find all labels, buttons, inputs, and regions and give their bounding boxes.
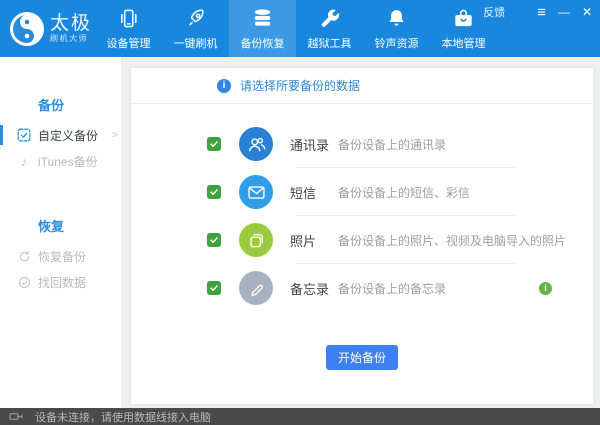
tab-backup-restore[interactable]: 备份恢复 (229, 0, 296, 57)
row-description: 备份设备上的通讯录 (338, 137, 447, 152)
row-title: 照片 (290, 233, 317, 249)
statusbar: 设备未连接，请使用数据线接入电脑 (0, 408, 600, 425)
sidebar-section-restore: 恢复 (38, 219, 65, 234)
feedback-link[interactable]: 反馈 (483, 4, 505, 20)
start-backup-button[interactable]: 开始备份 (325, 345, 398, 370)
tab-label: 备份恢复 (240, 38, 285, 50)
window-controls: 反馈 ≡ — ✕ (483, 4, 592, 20)
tab-device-management[interactable]: 设备管理 (95, 0, 162, 57)
tab-label: 本地管理 (441, 38, 486, 50)
tab-label: 越狱工具 (307, 38, 352, 50)
sidebar-item-label: 恢复备份 (38, 249, 87, 264)
sidebar-item-itunes-backup[interactable]: ♪ iTunes备份 (0, 148, 121, 174)
phone-icon (117, 5, 140, 32)
sidebar-section-backup: 备份 (38, 98, 65, 113)
chevron-right-icon: > (112, 129, 118, 141)
taiji-logo-icon (10, 11, 44, 46)
photos-checkbox[interactable] (207, 233, 221, 247)
main-area: 请选择所要备份的数据 通讯录 备份设备上的通讯录 (121, 57, 600, 408)
row-description: 备份设备上的短信、彩信 (338, 185, 471, 200)
tab-label: 铃声资源 (374, 38, 419, 50)
rocket-icon (184, 5, 207, 32)
bell-icon (385, 5, 408, 32)
app-brand: 太极 刷机大师 (0, 0, 95, 57)
row-title: 备忘录 (290, 281, 330, 297)
close-icon[interactable]: ✕ (582, 6, 592, 18)
sidebar-item-restore-backup[interactable]: 恢复备份 (0, 243, 121, 269)
tab-ringtone-resources[interactable]: 铃声资源 (363, 0, 430, 57)
row-title: 通讯录 (290, 137, 330, 153)
database-icon (251, 5, 274, 32)
app-window: 太极 刷机大师 设备管理 一键刷机 备份恢复 越狱工具 铃声资源 本地管理 反馈… (0, 0, 600, 425)
brand-subtitle: 刷机大师 (50, 34, 89, 43)
custom-backup-icon (17, 128, 31, 142)
backup-options-list: 通讯录 备份设备上的通讯录 短信 备份设备上的短信、彩信 照片 备份设备上的照片… (131, 104, 593, 312)
toolbox-icon (452, 5, 475, 32)
tab-one-click-flash[interactable]: 一键刷机 (162, 0, 229, 57)
sidebar-item-label: iTunes备份 (38, 154, 98, 169)
tab-label: 设备管理 (106, 38, 151, 50)
minimize-icon[interactable]: — (558, 6, 570, 18)
brand-name: 太极 (50, 13, 93, 34)
row-description: 备份设备上的照片、视频及电脑导入的照片 (338, 233, 567, 248)
titlebar: 太极 刷机大师 设备管理 一键刷机 备份恢复 越狱工具 铃声资源 本地管理 反馈… (0, 0, 600, 57)
row-photos[interactable]: 照片 备份设备上的照片、视频及电脑导入的照片 (131, 216, 593, 264)
usb-cable-icon (9, 413, 23, 420)
contacts-checkbox[interactable] (207, 137, 221, 151)
menu-icon[interactable]: ≡ (537, 5, 546, 20)
photos-icon (239, 223, 273, 257)
wrench-icon (318, 5, 341, 32)
memo-info-icon[interactable] (539, 281, 552, 295)
sidebar-item-custom-backup[interactable]: 自定义备份 > (0, 122, 121, 148)
sidebar-item-label: 找回数据 (38, 275, 87, 290)
row-contacts[interactable]: 通讯录 备份设备上的通讯录 (131, 120, 593, 168)
sidebar-item-label: 自定义备份 (38, 128, 99, 143)
music-note-icon: ♪ (20, 153, 28, 169)
sidebar: 备份 自定义备份 > ♪ iTunes备份 恢复 恢复备份 找回数据 (0, 57, 121, 408)
recover-data-icon (17, 275, 31, 289)
sms-checkbox[interactable] (207, 185, 221, 199)
tab-label: 一键刷机 (173, 38, 218, 50)
row-description: 备份设备上的备忘录 (338, 281, 447, 296)
memo-checkbox[interactable] (207, 281, 221, 295)
row-title: 短信 (290, 185, 317, 201)
backup-selection-card: 请选择所要备份的数据 通讯录 备份设备上的通讯录 (131, 68, 593, 404)
info-icon (217, 78, 231, 93)
restore-icon (17, 249, 31, 263)
sms-icon (239, 175, 273, 209)
status-message: 设备未连接，请使用数据线接入电脑 (35, 411, 211, 424)
contacts-icon (239, 127, 273, 161)
row-memo[interactable]: 备忘录 备份设备上的备忘录 (131, 264, 593, 312)
main-nav: 设备管理 一键刷机 备份恢复 越狱工具 铃声资源 本地管理 (95, 0, 497, 57)
tab-jailbreak-tools[interactable]: 越狱工具 (296, 0, 363, 57)
sidebar-item-recover-data[interactable]: 找回数据 (0, 269, 121, 295)
row-sms[interactable]: 短信 备份设备上的短信、彩信 (131, 168, 593, 216)
prompt-row: 请选择所要备份的数据 (131, 68, 593, 104)
memo-icon (239, 271, 273, 305)
prompt-text: 请选择所要备份的数据 (240, 79, 361, 93)
